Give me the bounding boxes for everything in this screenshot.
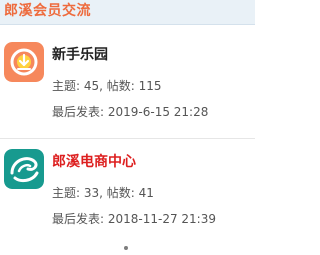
page-indicator-dot	[124, 246, 128, 250]
divider	[0, 138, 255, 139]
category-title[interactable]: 郎溪会员交流	[4, 1, 91, 21]
orange-download-icon[interactable]	[4, 42, 44, 82]
forum-last-post[interactable]: 最后发表: 2019-6-15 21:28	[52, 104, 208, 120]
forum-stats: 主题: 45, 帖数: 115	[52, 79, 162, 93]
forum-name[interactable]: 新手乐园	[52, 46, 108, 64]
forum-category-header: 郎溪会员交流	[0, 0, 255, 25]
forum-name[interactable]: 郎溪电商中心	[52, 153, 136, 171]
forum-item-ecommerce[interactable]: 郎溪电商中心 主题: 33, 帖数: 41 最后发表: 2018-11-27 2…	[0, 143, 255, 241]
forum-last-post[interactable]: 最后发表: 2018-11-27 21:39	[52, 211, 216, 227]
teal-swirl-icon[interactable]	[4, 149, 44, 189]
forum-item-newbie[interactable]: 新手乐园 主题: 45, 帖数: 115 最后发表: 2019-6-15 21:…	[0, 36, 255, 134]
forum-stats: 主题: 33, 帖数: 41	[52, 186, 154, 200]
